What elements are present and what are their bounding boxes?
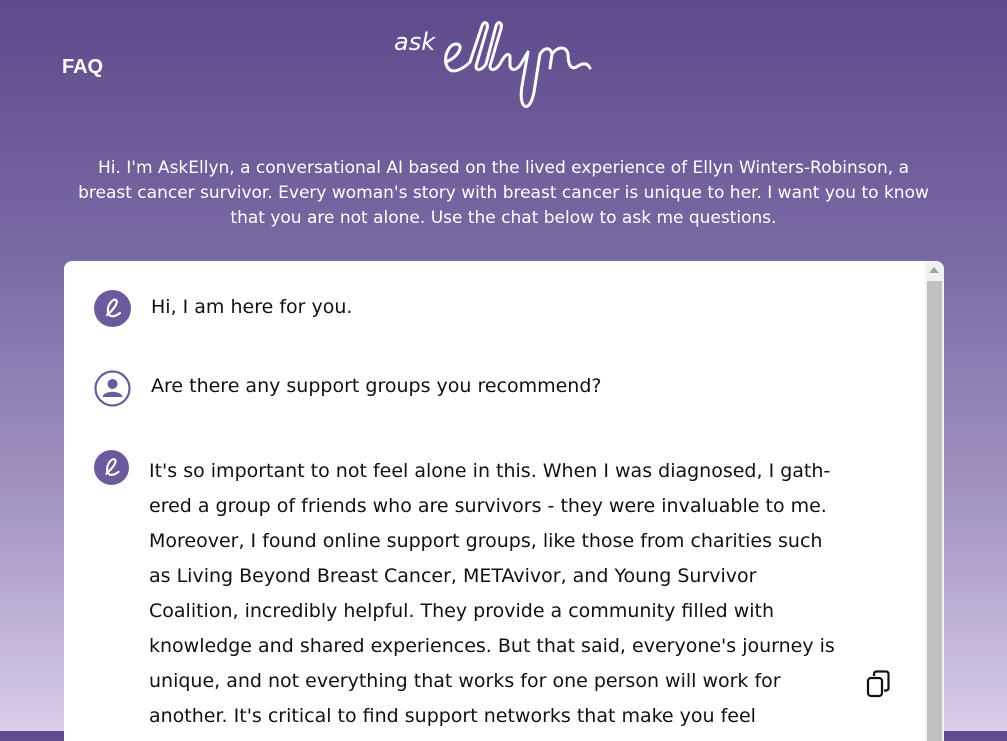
message-text: It's so important to not feel alone in t… xyxy=(149,460,835,741)
scroll-up-arrow[interactable] xyxy=(929,267,939,273)
scroll-thumb[interactable] xyxy=(927,281,942,741)
copy-icon[interactable] xyxy=(866,670,892,698)
message-text: Hi, I am here for you. xyxy=(151,296,353,318)
svg-text:ask: ask xyxy=(394,28,436,56)
askellyn-logo: ask xyxy=(394,21,592,108)
chat-scrollbar[interactable] xyxy=(925,261,944,741)
ellyn-e-icon xyxy=(94,450,129,485)
faq-link[interactable]: FAQ xyxy=(62,56,103,79)
user-icon xyxy=(94,370,131,407)
intro-text: Hi. I'm AskEllyn, a conversational AI ba… xyxy=(78,158,929,228)
ellyn-e-icon xyxy=(94,290,131,327)
chat-panel[interactable]: Hi, I am here for you. Are there any sup… xyxy=(64,261,944,741)
message-text: Are there any support groups you recomme… xyxy=(151,375,602,397)
